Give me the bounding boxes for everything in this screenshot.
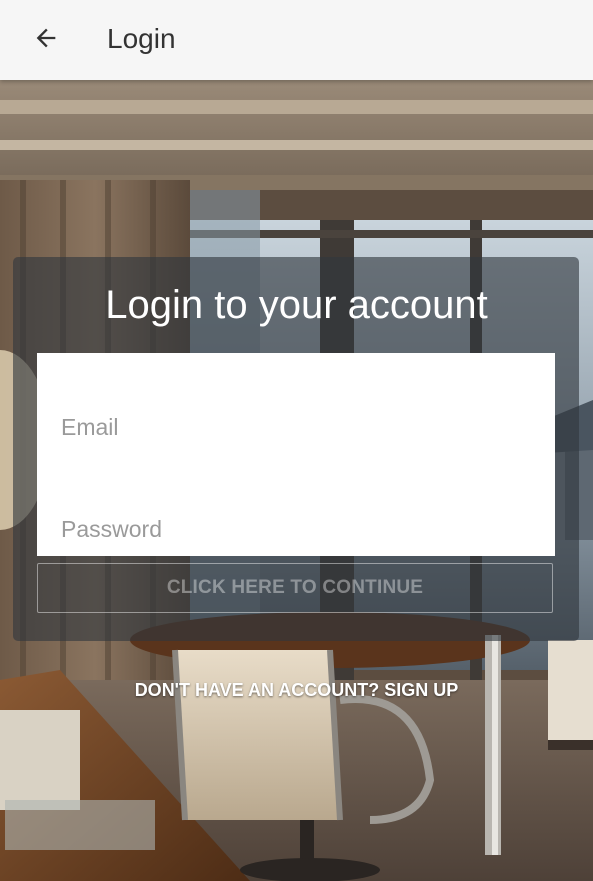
continue-button[interactable]: CLICK HERE TO CONTINUE [37, 563, 553, 613]
arrow-back-icon [32, 24, 60, 57]
login-screen: Login Login to your account CLICK HERE T… [0, 0, 593, 881]
email-field[interactable] [61, 407, 531, 447]
back-button[interactable] [22, 16, 70, 64]
credentials-form [37, 353, 555, 556]
app-bar: Login [0, 0, 593, 80]
login-card-title: Login to your account [105, 283, 488, 327]
sign-up-link[interactable]: DON'T HAVE AN ACCOUNT? SIGN UP [0, 677, 593, 703]
password-field[interactable] [61, 509, 531, 549]
page-title: Login [107, 23, 176, 54]
